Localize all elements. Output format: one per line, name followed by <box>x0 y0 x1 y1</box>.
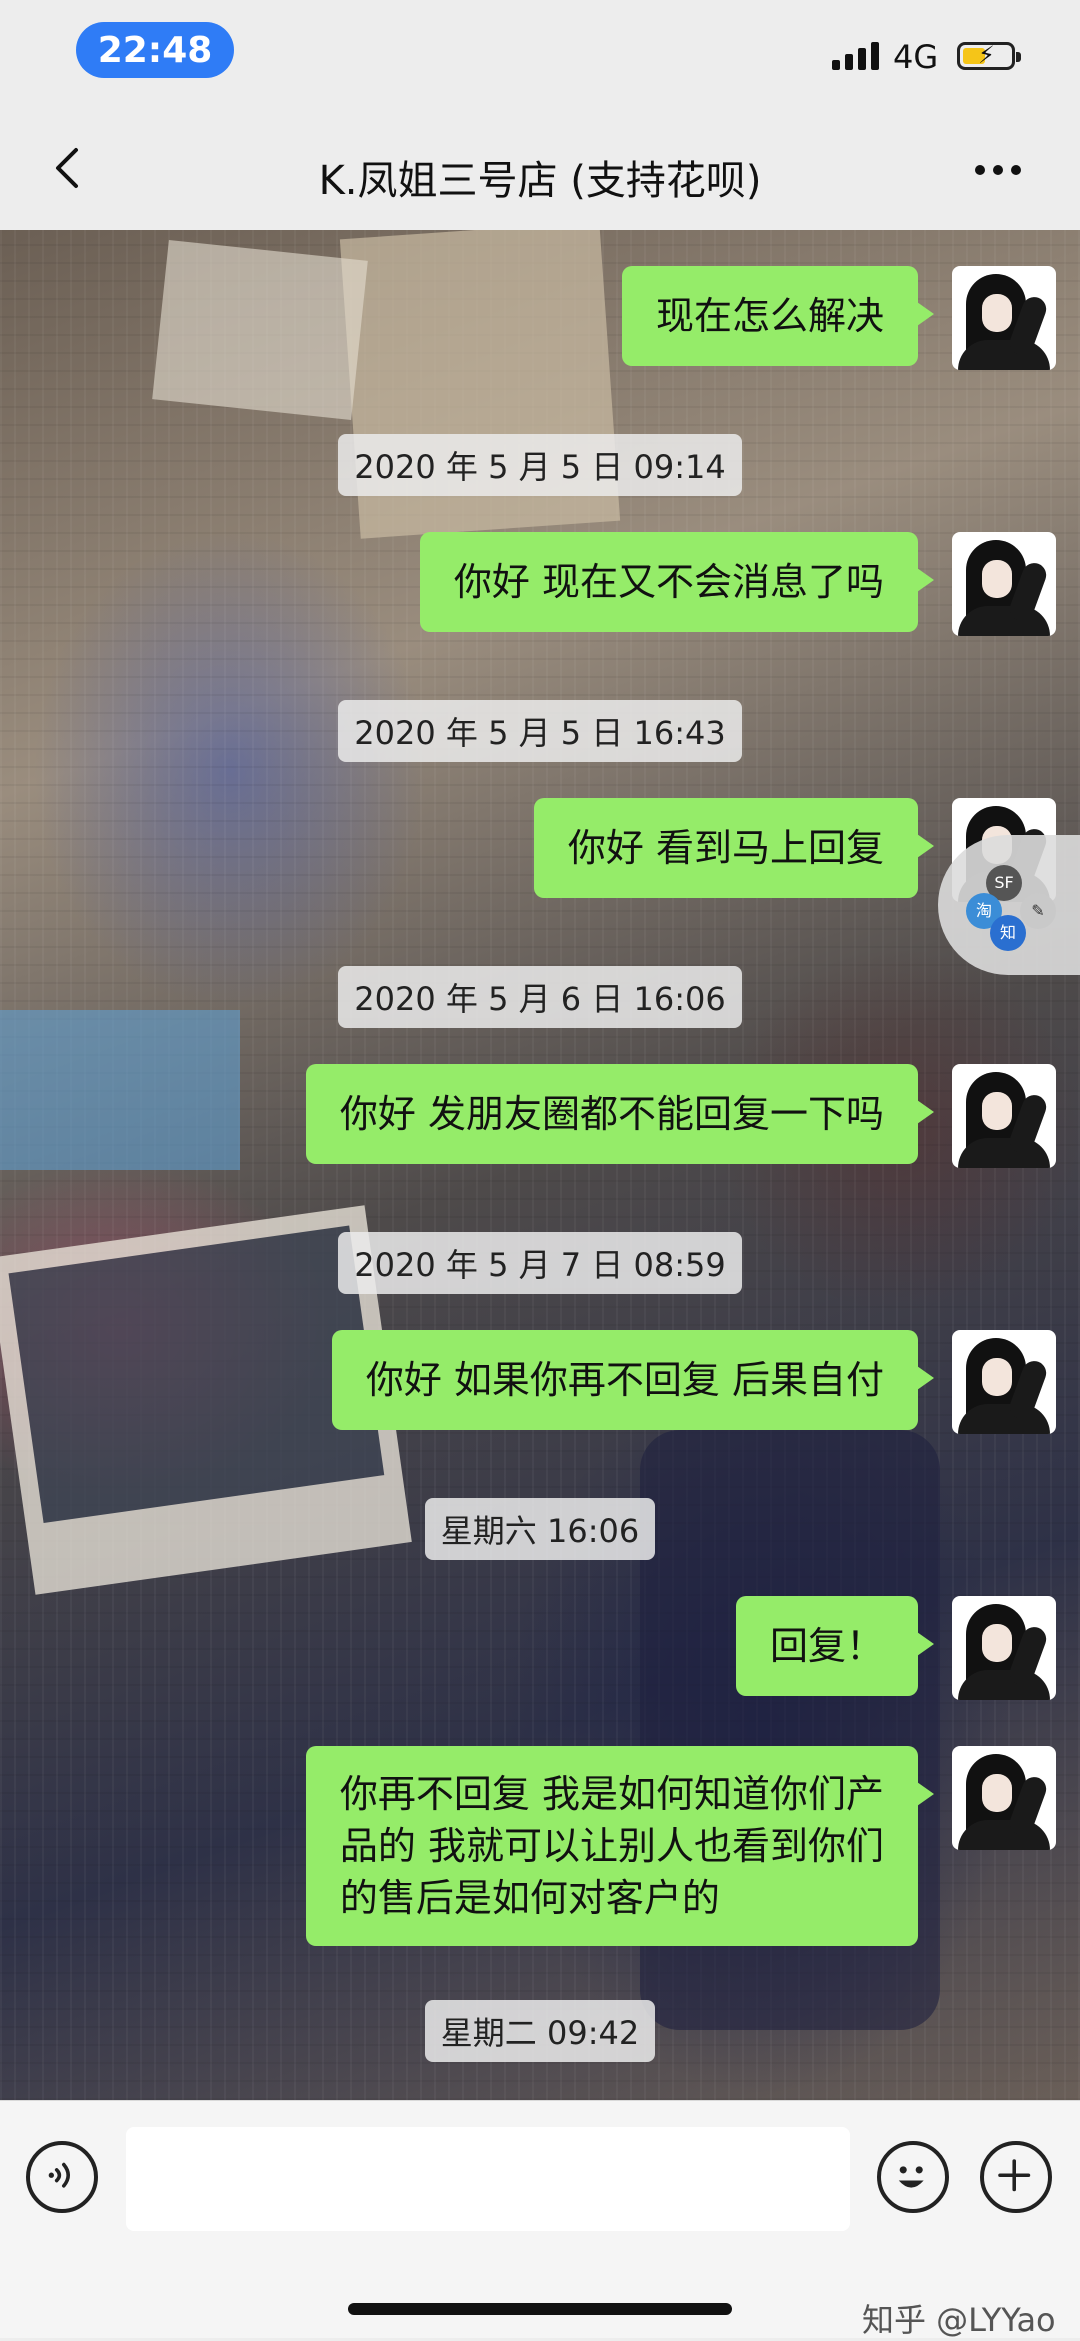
message-row: 你好 现在又不会消息了吗 <box>419 532 1056 636</box>
timestamp: 2020 年 5 月 7 日 08:59 <box>0 1232 1080 1294</box>
more-dots-icon[interactable] <box>968 160 1028 180</box>
message-line: 品的 我就可以让别人也看到你们 <box>339 1824 884 1868</box>
floating-app-icon: 知 <box>990 915 1026 951</box>
avatar[interactable] <box>952 266 1056 370</box>
timestamp: 2020 年 5 月 5 日 09:14 <box>0 434 1080 496</box>
home-indicator[interactable] <box>348 2303 732 2315</box>
message-row: 你好 如果你再不回复 后果自付 <box>331 1330 1056 1434</box>
message-input[interactable] <box>126 2127 850 2231</box>
network-type: 4G <box>893 38 939 76</box>
message-bubble[interactable]: 你好 如果你再不回复 后果自付 <box>331 1330 935 1430</box>
battery-charging-icon: ⚡ <box>957 41 1021 70</box>
chat-title: K.凤姐三号店 (支持花呗) <box>318 158 762 204</box>
floating-app-icon: ✎ <box>1020 893 1056 929</box>
wallpaper-paper <box>152 239 368 421</box>
message-row: 你再不回复 我是如何知道你们产 品的 我就可以让别人也看到你们 的售后是如何对客… <box>305 1746 1056 1946</box>
message-line: 的售后是如何对客户的 <box>339 1876 720 1920</box>
wallpaper-magazine <box>0 1010 240 1170</box>
status-bar: 22:48 4G ⚡ <box>0 0 1080 110</box>
message-bubble[interactable]: 现在怎么解决 <box>621 266 935 366</box>
chat-header: K.凤姐三号店 (支持花呗) <box>0 110 1080 231</box>
watermark: 知乎 @LYYao <box>862 2301 1056 2339</box>
message-row: 你好 发朋友圈都不能回复一下吗 <box>305 1064 1056 1168</box>
message-bubble[interactable]: 你好 发朋友圈都不能回复一下吗 <box>305 1064 935 1164</box>
timestamp: 星期六 16:06 <box>0 1498 1080 1560</box>
floating-window[interactable]: SF 淘 知 ✎ <box>938 835 1080 975</box>
message-bubble[interactable]: 你再不回复 我是如何知道你们产 品的 我就可以让别人也看到你们 的售后是如何对客… <box>305 1746 935 1946</box>
message-row: 现在怎么解决 <box>621 266 1056 370</box>
avatar[interactable] <box>952 532 1056 636</box>
avatar[interactable] <box>952 1596 1056 1700</box>
chat-area[interactable]: 现在怎么解决 2020 年 5 月 5 日 09:14 你好 现在又不会消息了吗… <box>0 230 1080 2100</box>
voice-icon[interactable] <box>26 2141 98 2213</box>
plus-circle-icon[interactable] <box>980 2141 1052 2213</box>
message-bubble[interactable]: 回复！ <box>735 1596 935 1696</box>
avatar[interactable] <box>952 1064 1056 1168</box>
avatar[interactable] <box>952 1746 1056 1850</box>
timestamp: 2020 年 5 月 6 日 16:06 <box>0 966 1080 1028</box>
timestamp: 2020 年 5 月 5 日 16:43 <box>0 700 1080 762</box>
avatar[interactable] <box>952 1330 1056 1434</box>
signal-bars-icon <box>832 42 879 70</box>
status-time: 22:48 <box>76 22 234 78</box>
message-row: 回复！ <box>735 1596 1056 1700</box>
emoji-icon[interactable] <box>877 2141 949 2213</box>
message-bubble[interactable]: 你好 看到马上回复 <box>533 798 935 898</box>
message-bubble[interactable]: 你好 现在又不会消息了吗 <box>419 532 935 632</box>
message-line: 你再不回复 我是如何知道你们产 <box>339 1772 884 1816</box>
timestamp: 星期二 09:42 <box>0 2000 1080 2062</box>
